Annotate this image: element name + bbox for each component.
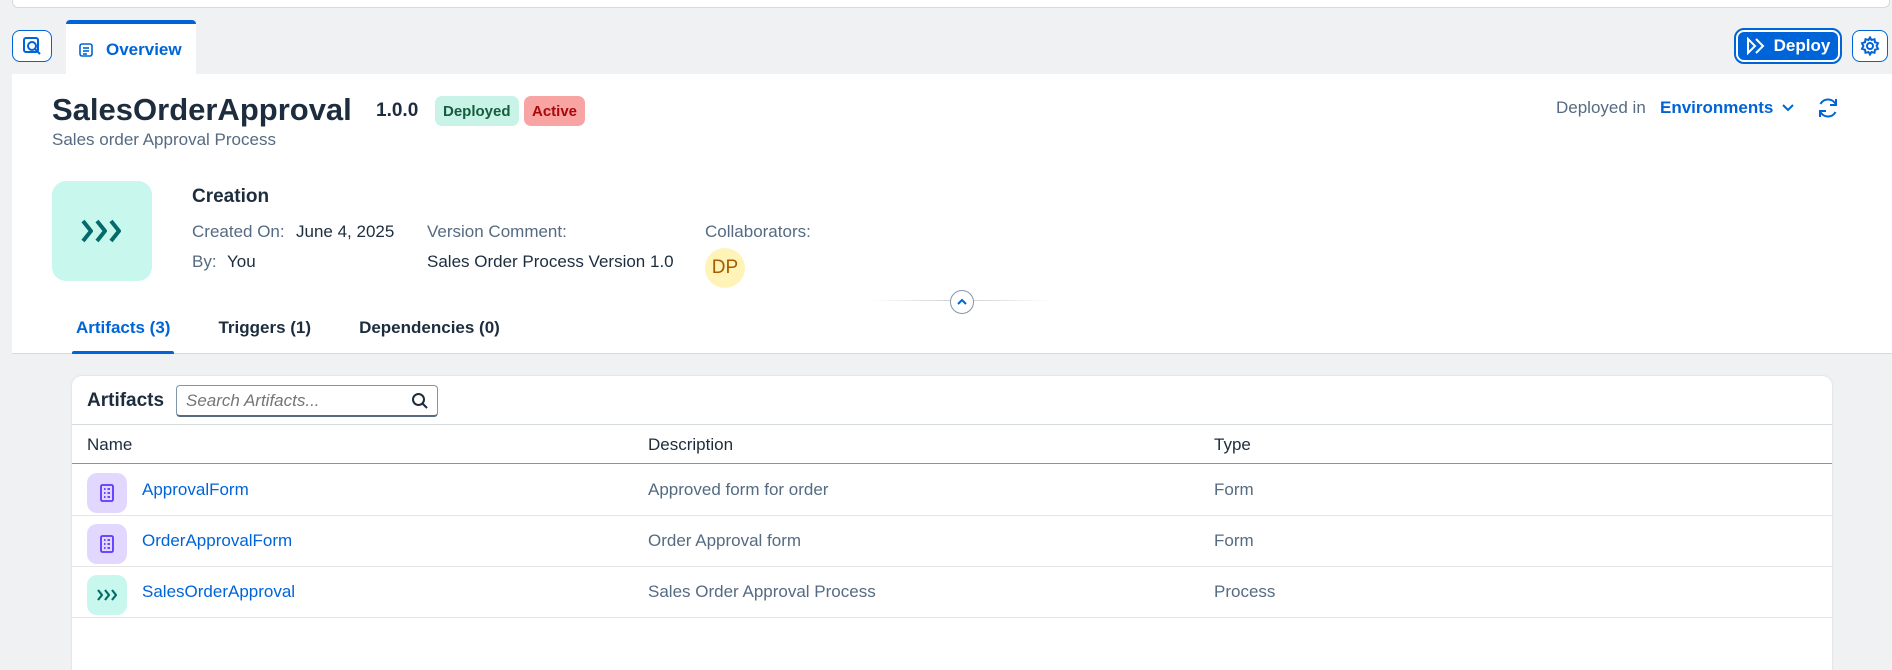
tab-overview[interactable]: Overview: [66, 20, 196, 76]
artifact-description: Order Approval form: [648, 531, 802, 550]
search-input[interactable]: [186, 390, 396, 411]
object-header-panel: SalesOrderApproval 1.0.0 Deployed Active…: [12, 74, 1892, 354]
process-avatar-tile: [52, 181, 152, 281]
process-icon: [81, 219, 121, 243]
deployed-in-label: Deployed in: [1556, 98, 1646, 117]
settings-button[interactable]: [1852, 30, 1888, 62]
tab-dependencies[interactable]: Dependencies (0): [355, 318, 504, 354]
table-header: Name Description Type: [72, 424, 1832, 464]
search-page-icon: [23, 37, 41, 55]
chevron-down-icon: [1782, 104, 1795, 112]
artifact-type: Form: [1214, 531, 1254, 550]
process-icon: [87, 575, 127, 615]
status-badge-deployed: Deployed: [435, 96, 519, 126]
table-row[interactable]: SalesOrderApproval Sales Order Approval …: [72, 567, 1832, 618]
artifact-name-link[interactable]: ApprovalForm: [142, 480, 249, 500]
avatar[interactable]: DP: [705, 248, 745, 288]
column-header-type[interactable]: Type: [1214, 435, 1251, 455]
version-label: 1.0.0: [376, 100, 419, 121]
creation-section-title: Creation: [192, 186, 270, 207]
status-badge-active: Active: [524, 96, 586, 126]
table-row[interactable]: OrderApprovalForm Order Approval form Fo…: [72, 516, 1832, 567]
artifacts-title: Artifacts: [87, 390, 165, 411]
version-comment-value: Sales Order Process Version 1.0: [427, 252, 674, 271]
created-by-label: By:: [192, 252, 217, 271]
deploy-button-label: Deploy: [1773, 36, 1831, 55]
form-icon: [87, 524, 127, 564]
refresh-button[interactable]: [1816, 96, 1840, 125]
environments-label: Environments: [1660, 98, 1774, 117]
tab-triggers[interactable]: Triggers (1): [214, 318, 315, 354]
refresh-icon: [1819, 98, 1837, 118]
shell-header-strip: [12, 0, 1890, 8]
document-icon: [79, 43, 93, 57]
created-by-value: You: [227, 252, 256, 271]
artifact-name-link[interactable]: SalesOrderApproval: [142, 582, 295, 602]
created-on-label: Created On:: [192, 222, 285, 241]
collaborators-label: Collaborators:: [705, 222, 811, 241]
gear-icon: [1860, 36, 1880, 56]
artifact-description: Sales Order Approval Process: [648, 582, 876, 601]
search-icon[interactable]: [411, 392, 429, 410]
artifact-type: Process: [1214, 582, 1276, 601]
tab-overview-label: Overview: [106, 40, 182, 59]
artifact-type: Form: [1214, 480, 1254, 499]
tab-artifacts[interactable]: Artifacts (3): [72, 318, 175, 354]
object-page-tabbar: Overview Deploy: [0, 18, 1892, 76]
search-area-button[interactable]: [12, 30, 52, 62]
page-title: SalesOrderApproval: [52, 92, 352, 127]
artifact-tabs: Artifacts (3) Triggers (1) Dependencies …: [72, 318, 544, 354]
version-comment-label: Version Comment:: [427, 222, 567, 241]
environments-dropdown[interactable]: Environments: [1660, 98, 1795, 118]
form-icon: [87, 473, 127, 513]
table-row[interactable]: ApprovalForm Approved form for order For…: [72, 465, 1832, 516]
artifact-name-link[interactable]: OrderApprovalForm: [142, 531, 292, 551]
column-header-description[interactable]: Description: [648, 435, 733, 455]
created-on-value: June 4, 2025: [296, 222, 395, 241]
collapse-header-button[interactable]: [950, 290, 974, 314]
chevron-up-icon: [957, 298, 967, 305]
deploy-icon: [1746, 37, 1765, 55]
page-subtitle: Sales order Approval Process: [52, 130, 276, 149]
artifacts-card: Artifacts Name Description Type Approval…: [72, 376, 1832, 670]
column-header-name[interactable]: Name: [87, 435, 132, 455]
deploy-button[interactable]: Deploy: [1734, 28, 1842, 64]
artifact-description: Approved form for order: [648, 480, 829, 499]
search-field[interactable]: [176, 385, 438, 417]
